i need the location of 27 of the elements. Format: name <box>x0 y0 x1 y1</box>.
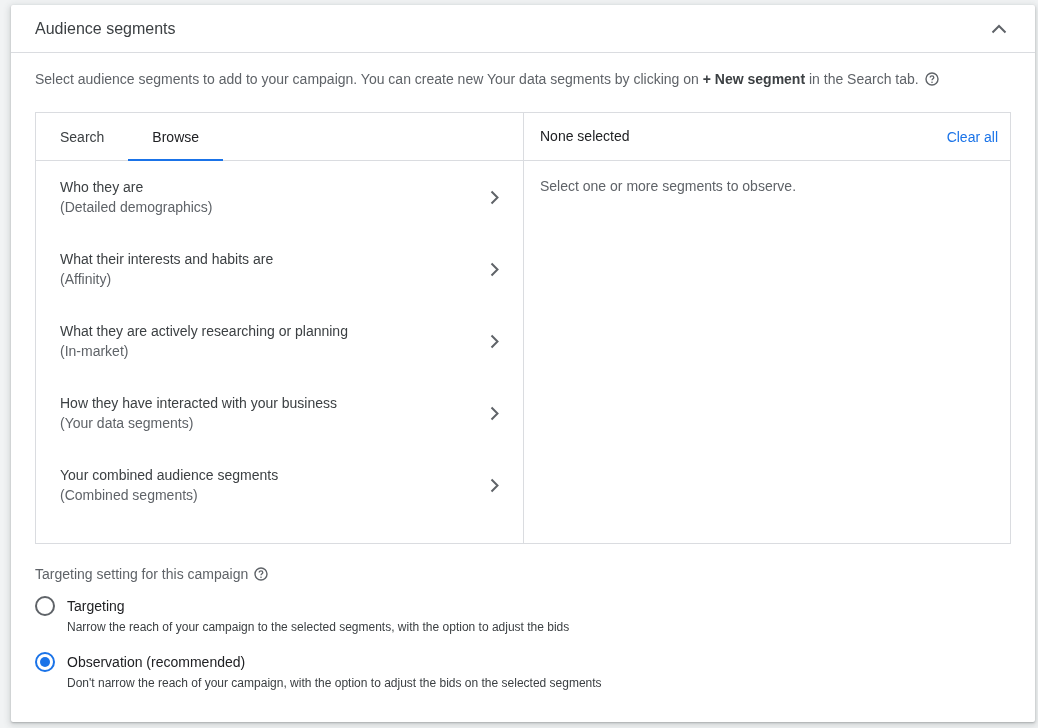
clear-all-link[interactable]: Clear all <box>946 126 998 147</box>
chevron-right-icon <box>490 189 499 205</box>
category-item[interactable]: How they have interacted with your business (Your data segments) <box>36 377 523 449</box>
chevron-right-icon <box>490 405 499 421</box>
help-icon[interactable] <box>254 567 269 581</box>
chevron-right-icon <box>490 477 499 493</box>
radio-button[interactable] <box>35 596 55 616</box>
description-text: Select audience segments to add to your campaign. You can create new Your data segments by clicking on + New segment in the Search tab. <box>35 70 919 89</box>
tab[interactable]: Search <box>36 113 129 161</box>
tab[interactable]: Browse <box>128 113 224 161</box>
option-label: Observation (recommended) <box>67 653 246 672</box>
category-item[interactable]: What they are actively researching or planning (In-market) <box>36 305 523 377</box>
targeting-label: Targeting setting for this campaign <box>35 565 249 584</box>
help-icon[interactable] <box>924 72 939 86</box>
selection-heading: None selected <box>540 126 630 146</box>
category-item[interactable]: Your combined audience segments (Combined segments) <box>36 449 523 521</box>
chevron-up-icon[interactable] <box>991 23 1007 34</box>
empty-message: Select one or more segments to observe. <box>540 178 797 194</box>
chevron-right-icon <box>490 261 499 277</box>
category-item[interactable]: Who they are (Detailed demographics) <box>36 161 523 233</box>
chevron-right-icon <box>490 333 499 349</box>
category-item[interactable]: What their interests and habits are (Affinity) <box>36 233 523 305</box>
option-label: Targeting <box>67 597 125 616</box>
option-description: Narrow the reach of your campaign to the selected segments, with the option to adjust the bids <box>67 619 571 635</box>
radio-button[interactable] <box>35 652 55 672</box>
panel-title: Audience segments <box>35 18 176 39</box>
option-description: Don't narrow the reach of your campaign, with the option to adjust the bids on the selected segments <box>67 675 603 691</box>
